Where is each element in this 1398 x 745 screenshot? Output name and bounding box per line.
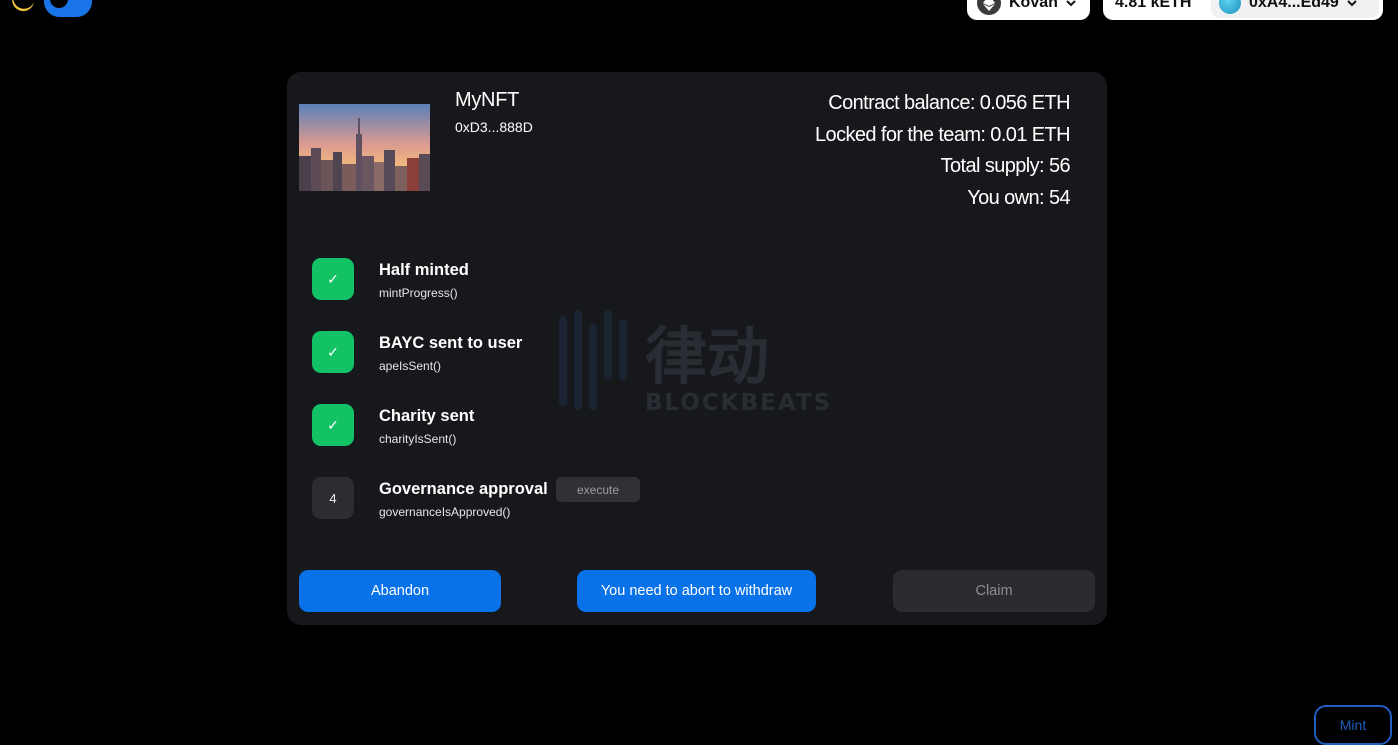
- chevron-down-icon: [1347, 0, 1357, 7]
- you-own: You own: 54: [967, 186, 1070, 209]
- step-title: Half minted: [379, 261, 469, 279]
- theme-switch[interactable]: [44, 0, 92, 17]
- step-charity-sent: ✓ Charity sent charityIsSent(): [312, 404, 912, 448]
- ethereum-icon: [977, 0, 1001, 15]
- nft-name: MyNFT: [455, 89, 520, 111]
- abandon-button[interactable]: Abandon: [299, 570, 501, 612]
- step-title: BAYC sent to user: [379, 334, 523, 352]
- mint-button[interactable]: Mint: [1314, 705, 1392, 745]
- chevron-down-icon: [1066, 0, 1076, 7]
- check-icon: ✓: [312, 404, 354, 446]
- step-governance-approval: 4 Governance approval execute governance…: [312, 477, 912, 521]
- network-selector[interactable]: Kovan: [967, 0, 1090, 20]
- account-button[interactable]: 0xA4...Ed49: [1211, 0, 1379, 18]
- step-title: Governance approval: [379, 480, 548, 498]
- total-supply: Total supply: 56: [940, 155, 1071, 177]
- nft-address[interactable]: 0xD3...888D: [455, 119, 533, 135]
- nft-image: [299, 104, 430, 191]
- execute-button[interactable]: execute: [556, 477, 640, 502]
- account-address: 0xA4...Ed49: [1249, 0, 1339, 11]
- step-number: 4: [312, 477, 354, 519]
- contract-balance: Contract balance: 0.056 ETH: [828, 92, 1070, 114]
- network-label: Kovan: [1009, 0, 1058, 11]
- check-icon: ✓: [312, 258, 354, 300]
- step-function: charityIsSent(): [379, 432, 457, 446]
- theme-toggle[interactable]: [10, 0, 92, 18]
- avatar: [1219, 0, 1241, 14]
- claim-button[interactable]: Claim: [893, 570, 1095, 612]
- wallet-box: 4.81 kETH 0xA4...Ed49: [1103, 0, 1383, 20]
- moon-icon: [12, 0, 34, 12]
- locked-for-team: Locked for the team: 0.01 ETH: [815, 123, 1071, 146]
- nft-card: MyNFT 0xD3...888D Contract balance: 0.05…: [287, 72, 1107, 625]
- step-function: mintProgress(): [379, 286, 458, 300]
- withdraw-button[interactable]: You need to abort to withdraw: [577, 570, 816, 612]
- check-icon: ✓: [312, 331, 354, 373]
- step-function: governanceIsApproved(): [379, 505, 511, 519]
- wallet-balance: 4.81 kETH: [1115, 0, 1192, 11]
- step-bayc-sent: ✓ BAYC sent to user apeIsSent(): [312, 331, 912, 375]
- step-function: apeIsSent(): [379, 359, 442, 373]
- contract-stats: Contract balance: 0.056 ETH Locked for t…: [815, 88, 1071, 214]
- step-half-minted: ✓ Half minted mintProgress(): [312, 258, 912, 302]
- step-title: Charity sent: [379, 407, 475, 425]
